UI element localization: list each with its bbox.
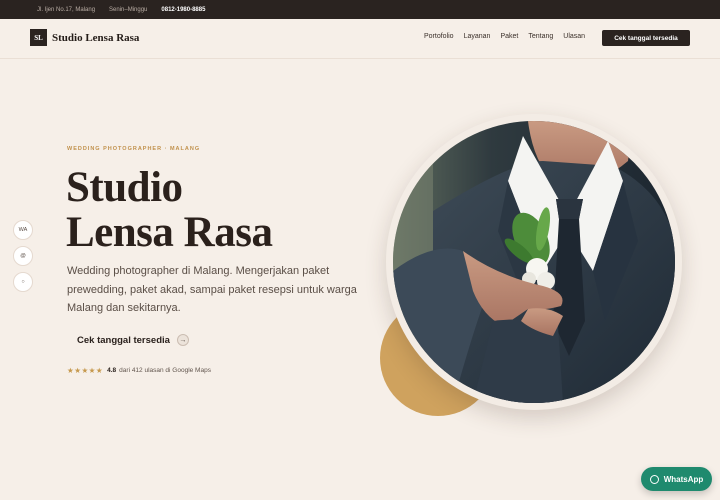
circle-social-icon[interactable]: ○ <box>13 272 33 292</box>
star-rating-icon: ★★★★★ <box>67 366 104 375</box>
hours-text: Senin–Minggu <box>109 6 148 13</box>
whatsapp-social-icon[interactable]: WA <box>13 220 33 240</box>
nav-item-portofolio[interactable]: Portofolio <box>424 33 454 40</box>
whatsapp-label: WhatsApp <box>663 474 704 484</box>
brand-logo[interactable]: SL Studio Lensa Rasa <box>30 29 139 46</box>
groom-boutonniere-photo <box>393 121 675 403</box>
whatsapp-button[interactable]: WhatsApp <box>641 467 712 491</box>
rating-score: 4.8 <box>107 367 117 374</box>
hero-photo-frame <box>386 114 682 410</box>
nav-item-tentang[interactable]: Tentang <box>528 33 553 40</box>
hero-cta-label: Cek tanggal tersedia <box>77 334 170 346</box>
main-navigation: SL Studio Lensa Rasa Portofolio Layanan … <box>0 19 720 59</box>
hero-title-line1: Studio <box>66 164 183 211</box>
arrow-right-icon: → <box>176 334 189 346</box>
brand-mark: SL <box>30 29 47 46</box>
hero-eyebrow: WEDDING PHOTOGRAPHER · MALANG <box>67 146 201 152</box>
rating-text: dari 412 ulasan di Google Maps <box>119 367 211 374</box>
nav-cta-button[interactable]: Cek tanggal tersedia <box>602 30 690 46</box>
hero-description: Wedding photographer di Malang. Mengerja… <box>67 265 357 314</box>
hero-cta-button[interactable]: Cek tanggal tersedia → <box>77 334 189 346</box>
instagram-social-icon[interactable]: @ <box>13 246 33 266</box>
top-info-bar: Jl. Ijen No.17, Malang Senin–Minggu 0812… <box>0 0 720 19</box>
nav-item-ulasan[interactable]: Ulasan <box>563 33 585 40</box>
phone-link[interactable]: 0812-1980-8885 <box>161 7 205 13</box>
hero-title: Studio Lensa Rasa <box>66 165 366 255</box>
address-text: Jl. Ijen No.17, Malang <box>37 6 96 13</box>
brand-name: Studio Lensa Rasa <box>52 31 140 44</box>
nav-item-layanan[interactable]: Layanan <box>464 33 491 40</box>
nav-item-paket[interactable]: Paket <box>500 33 518 40</box>
rating-summary: ★★★★★ 4.8 dari 412 ulasan di Google Maps <box>67 366 211 375</box>
nav-menu: Portofolio Layanan Paket Tentang Ulasan <box>424 33 595 40</box>
hero-title-line2: Lensa Rasa <box>66 209 273 256</box>
whatsapp-icon <box>649 474 659 484</box>
